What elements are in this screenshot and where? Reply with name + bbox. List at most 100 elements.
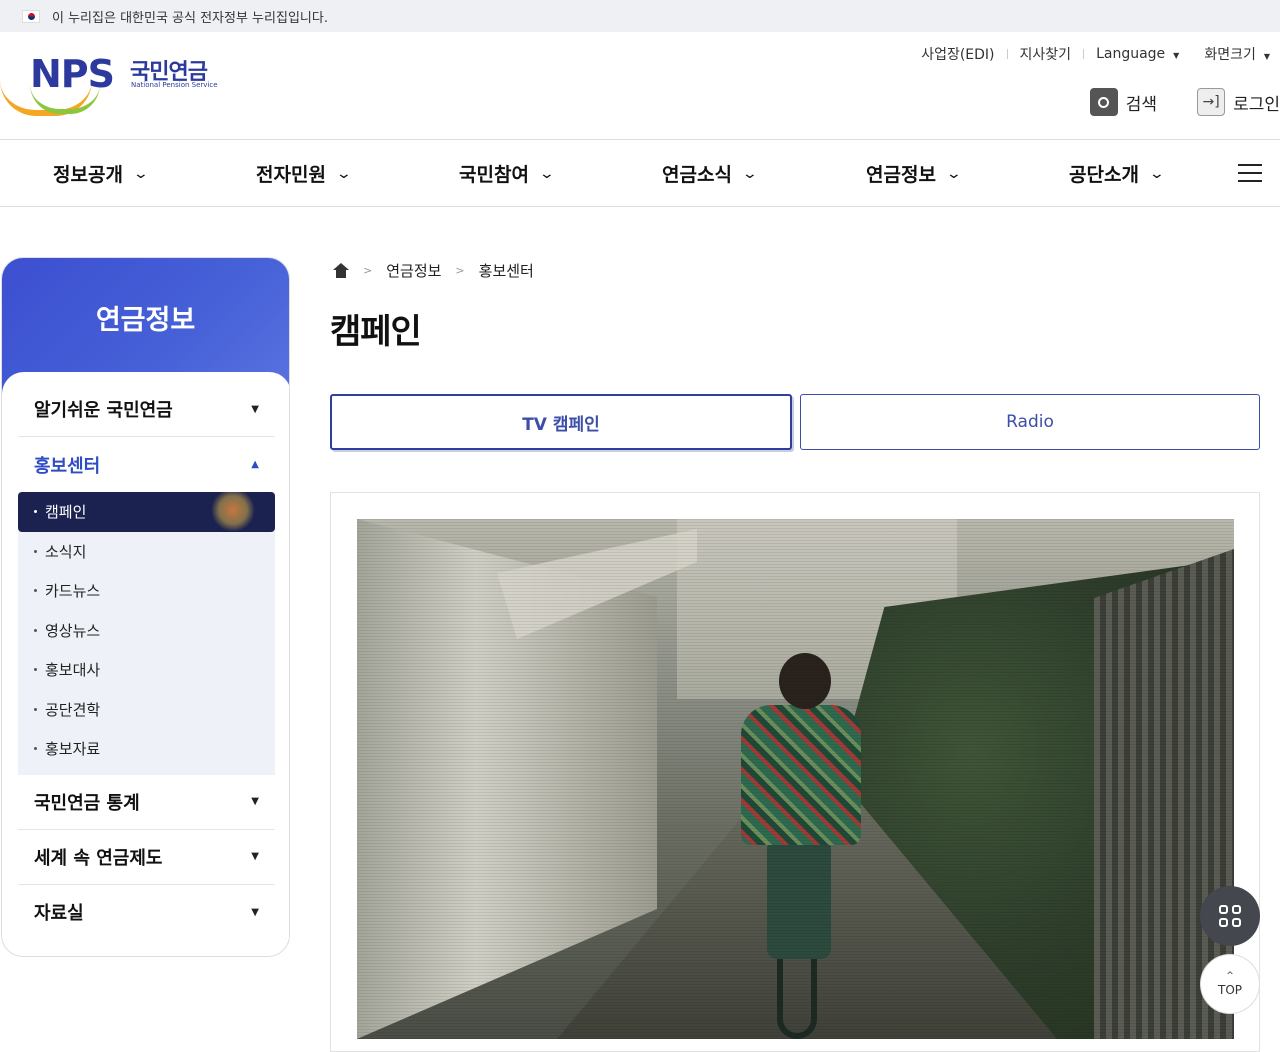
bullet-icon <box>34 747 37 751</box>
side-subitem-label: 소식지 <box>45 542 87 561</box>
side-submenu: 캠페인 소식지 카드뉴스 영상뉴스 홍보대사 공단견학 홍보자료 <box>18 492 275 775</box>
header-actions: 검색 →] 로그인 <box>1089 88 1280 116</box>
grid-icon <box>1219 918 1228 927</box>
chevron-down-icon: ⌄ <box>132 165 150 182</box>
bullet-icon <box>34 589 37 593</box>
triangle-down-icon: ▼ <box>251 851 259 862</box>
gnb-item-participation[interactable]: 국민참여 ⌄ <box>459 140 556 207</box>
chevron-right-icon: > <box>455 264 465 277</box>
triangle-down-icon: ▼ <box>251 796 259 807</box>
side-subitem-tour[interactable]: 공단견학 <box>18 690 275 730</box>
side-item-easy-pension[interactable]: 알기쉬운 국민연금 ▼ <box>18 382 275 437</box>
side-item-label: 홍보센터 <box>34 455 101 477</box>
logo-abbr: NPS <box>30 52 115 96</box>
caret-down-icon: ▼ <box>1173 51 1180 60</box>
bullet-icon <box>34 510 37 514</box>
search-button[interactable]: 검색 <box>1089 88 1158 116</box>
triangle-down-icon: ▼ <box>251 403 259 415</box>
gnb-item-about[interactable]: 공단소개 ⌄ <box>1069 140 1166 207</box>
side-item-archive[interactable]: 자료실 ▼ <box>18 885 275 940</box>
login-icon: →] <box>1197 88 1226 116</box>
nps-logo[interactable]: NPS 국민연금 National Pension Service <box>0 52 230 122</box>
side-subitem-label: 영상뉴스 <box>45 621 101 640</box>
side-item-label: 알기쉬운 국민연금 <box>34 400 173 421</box>
triangle-down-icon: ▼ <box>251 906 259 918</box>
bullet-icon <box>34 668 37 672</box>
hamburger-menu-icon[interactable] <box>1238 164 1262 182</box>
side-subitem-card-news[interactable]: 카드뉴스 <box>18 571 275 611</box>
gnb-label: 연금정보 <box>866 164 936 186</box>
search-icon <box>1089 88 1118 116</box>
gov-banner-text: 이 누리집은 대한민국 공식 전자정부 누리집입니다. <box>52 10 328 26</box>
chevron-down-icon: ⌄ <box>945 165 963 182</box>
gnb-item-e-civil[interactable]: 전자민원 ⌄ <box>256 140 353 207</box>
side-subitem-ambassador[interactable]: 홍보대사 <box>18 650 275 690</box>
home-icon[interactable] <box>333 263 349 278</box>
bullet-icon <box>34 549 37 553</box>
side-subitem-label: 캠페인 <box>45 503 87 522</box>
grid-icon <box>1232 918 1241 927</box>
triangle-up-icon: ▲ <box>251 459 259 470</box>
screen-size-label: 화면크기 <box>1204 47 1256 63</box>
chevron-down-icon: ⌄ <box>538 165 556 182</box>
util-divider <box>1006 49 1008 59</box>
global-nav: 정보공개 ⌄ 전자민원 ⌄ 국민참여 ⌄ 연금소식 ⌄ 연금정보 ⌄ 공단소개 ⌄ <box>0 140 1280 207</box>
side-item-label: 자료실 <box>34 903 84 924</box>
util-link-language[interactable]: Language ▼ <box>1096 46 1179 62</box>
side-subitem-newsletter[interactable]: 소식지 <box>18 532 275 572</box>
side-subitem-video-news[interactable]: 영상뉴스 <box>18 611 275 651</box>
video-container <box>330 492 1260 1052</box>
top-label: TOP <box>1217 983 1242 997</box>
language-label: Language <box>1096 46 1166 62</box>
side-menu-body: 알기쉬운 국민연금 ▼ 홍보센터 ▲ 캠페인 소식지 카드뉴스 영상뉴스 홍보대… <box>2 372 289 940</box>
quick-menu-button[interactable] <box>1200 886 1260 946</box>
side-subitem-pr-materials[interactable]: 홍보자료 <box>18 729 275 769</box>
breadcrumb-item[interactable]: 연금정보 <box>386 260 441 281</box>
logo-english: National Pension Service <box>131 81 218 89</box>
util-link-branch[interactable]: 지사찾기 <box>1020 44 1072 64</box>
gnb-item-info-disclosure[interactable]: 정보공개 ⌄ <box>53 140 150 207</box>
tab-tv-campaign[interactable]: TV 캠페인 <box>330 394 792 450</box>
util-links: 사업장(EDI) 지사찾기 Language ▼ 화면크기 ▼ <box>921 44 1270 64</box>
side-item-label: 국민연금 통계 <box>34 792 140 814</box>
gnb-item-pension-news[interactable]: 연금소식 ⌄ <box>662 140 759 207</box>
side-item-pr-center[interactable]: 홍보센터 ▲ <box>18 437 275 492</box>
gnb-label: 연금소식 <box>662 164 732 186</box>
breadcrumb: > 연금정보 > 홍보센터 <box>333 260 534 281</box>
search-label: 검색 <box>1125 94 1158 115</box>
chevron-down-icon: ⌄ <box>335 165 353 182</box>
page-title: 캠페인 <box>330 312 422 352</box>
tab-radio[interactable]: Radio <box>800 394 1260 450</box>
gnb-label: 국민참여 <box>459 164 529 186</box>
scroll-top-button[interactable]: ^ TOP <box>1200 954 1260 1014</box>
side-subitem-label: 카드뉴스 <box>45 582 101 601</box>
campaign-video[interactable] <box>357 519 1234 1039</box>
gnb-label: 공단소개 <box>1069 164 1139 186</box>
util-divider <box>1083 49 1085 59</box>
grid-icon <box>1232 905 1241 914</box>
side-item-world-pension[interactable]: 세계 속 연금제도 ▼ <box>18 830 275 885</box>
gnb-item-pension-info[interactable]: 연금정보 ⌄ <box>866 140 963 207</box>
side-item-statistics[interactable]: 국민연금 통계 ▼ <box>18 775 275 830</box>
login-button[interactable]: →] 로그인 <box>1197 88 1280 116</box>
caret-down-icon: ▼ <box>1263 52 1270 61</box>
side-menu: 연금정보 알기쉬운 국민연금 ▼ 홍보센터 ▲ 캠페인 소식지 카드뉴스 영상뉴… <box>1 257 290 957</box>
chevron-right-icon: > <box>363 264 373 277</box>
side-subitem-label: 공단견학 <box>45 700 101 719</box>
util-link-edi[interactable]: 사업장(EDI) <box>921 44 994 64</box>
gnb-label: 전자민원 <box>256 164 326 186</box>
chevron-down-icon: ⌄ <box>741 165 759 182</box>
korea-flag-icon <box>22 9 40 23</box>
side-subitem-label: 홍보자료 <box>45 740 101 759</box>
side-subitem-campaign[interactable]: 캠페인 <box>18 492 275 532</box>
login-label: 로그인 <box>1233 94 1280 115</box>
util-link-screen-size[interactable]: 화면크기 ▼ <box>1204 44 1270 64</box>
chevron-down-icon: ⌄ <box>1148 165 1166 182</box>
bullet-icon <box>34 707 37 711</box>
breadcrumb-item[interactable]: 홍보센터 <box>479 260 534 281</box>
gov-banner: 이 누리집은 대한민국 공식 전자정부 누리집입니다. <box>0 0 1280 32</box>
bullet-icon <box>34 628 37 632</box>
campaign-tabs: TV 캠페인 Radio <box>330 394 1260 450</box>
grid-icon <box>1219 905 1228 914</box>
gnb-label: 정보공개 <box>53 164 123 186</box>
